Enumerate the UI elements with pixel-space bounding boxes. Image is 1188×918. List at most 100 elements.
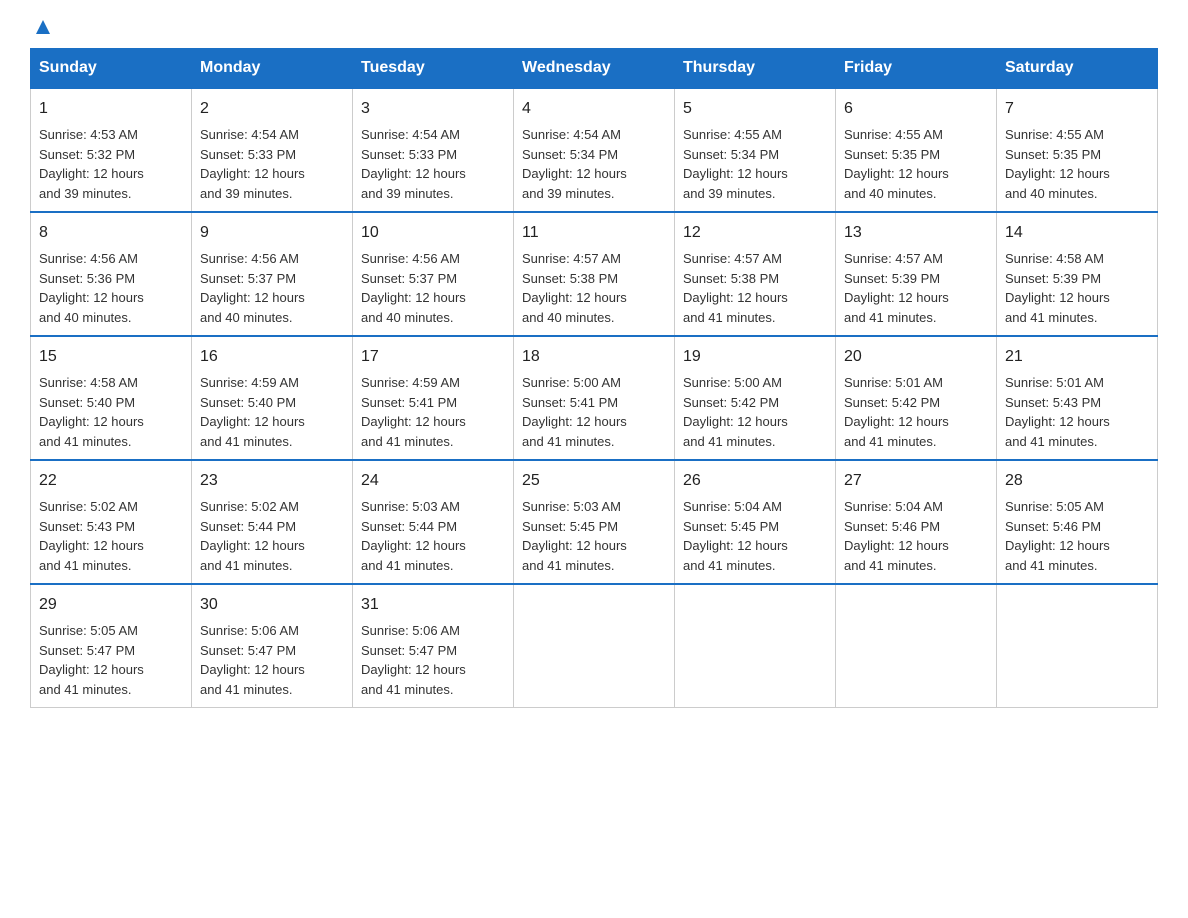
calendar-day-cell: 8 Sunrise: 4:56 AMSunset: 5:36 PMDayligh…	[31, 212, 192, 336]
calendar-day-cell: 10 Sunrise: 4:56 AMSunset: 5:37 PMDaylig…	[353, 212, 514, 336]
calendar-day-cell	[514, 584, 675, 708]
logo-triangle-icon	[32, 16, 54, 38]
day-info: Sunrise: 5:01 AMSunset: 5:42 PMDaylight:…	[844, 375, 949, 449]
calendar-day-cell: 14 Sunrise: 4:58 AMSunset: 5:39 PMDaylig…	[997, 212, 1158, 336]
calendar-day-cell: 23 Sunrise: 5:02 AMSunset: 5:44 PMDaylig…	[192, 460, 353, 584]
calendar-day-cell: 1 Sunrise: 4:53 AMSunset: 5:32 PMDayligh…	[31, 88, 192, 212]
day-info: Sunrise: 4:57 AMSunset: 5:38 PMDaylight:…	[683, 251, 788, 325]
day-info: Sunrise: 4:56 AMSunset: 5:37 PMDaylight:…	[200, 251, 305, 325]
day-info: Sunrise: 5:05 AMSunset: 5:47 PMDaylight:…	[39, 623, 144, 697]
day-number: 14	[1005, 221, 1149, 245]
calendar-header-friday: Friday	[836, 49, 997, 89]
calendar-week-row: 8 Sunrise: 4:56 AMSunset: 5:36 PMDayligh…	[31, 212, 1158, 336]
day-info: Sunrise: 5:03 AMSunset: 5:45 PMDaylight:…	[522, 499, 627, 573]
day-info: Sunrise: 4:55 AMSunset: 5:34 PMDaylight:…	[683, 127, 788, 201]
day-number: 26	[683, 469, 827, 493]
day-number: 18	[522, 345, 666, 369]
day-info: Sunrise: 5:03 AMSunset: 5:44 PMDaylight:…	[361, 499, 466, 573]
calendar-day-cell	[997, 584, 1158, 708]
day-info: Sunrise: 5:06 AMSunset: 5:47 PMDaylight:…	[200, 623, 305, 697]
day-info: Sunrise: 4:57 AMSunset: 5:39 PMDaylight:…	[844, 251, 949, 325]
day-info: Sunrise: 4:54 AMSunset: 5:33 PMDaylight:…	[361, 127, 466, 201]
calendar-day-cell: 17 Sunrise: 4:59 AMSunset: 5:41 PMDaylig…	[353, 336, 514, 460]
day-info: Sunrise: 4:54 AMSunset: 5:33 PMDaylight:…	[200, 127, 305, 201]
day-number: 17	[361, 345, 505, 369]
calendar-day-cell: 6 Sunrise: 4:55 AMSunset: 5:35 PMDayligh…	[836, 88, 997, 212]
calendar-day-cell: 3 Sunrise: 4:54 AMSunset: 5:33 PMDayligh…	[353, 88, 514, 212]
day-number: 19	[683, 345, 827, 369]
calendar-header-sunday: Sunday	[31, 49, 192, 89]
day-number: 15	[39, 345, 183, 369]
calendar-table: SundayMondayTuesdayWednesdayThursdayFrid…	[30, 48, 1158, 708]
day-number: 31	[361, 593, 505, 617]
day-number: 5	[683, 97, 827, 121]
day-info: Sunrise: 4:53 AMSunset: 5:32 PMDaylight:…	[39, 127, 144, 201]
calendar-day-cell: 26 Sunrise: 5:04 AMSunset: 5:45 PMDaylig…	[675, 460, 836, 584]
calendar-day-cell: 27 Sunrise: 5:04 AMSunset: 5:46 PMDaylig…	[836, 460, 997, 584]
calendar-week-row: 15 Sunrise: 4:58 AMSunset: 5:40 PMDaylig…	[31, 336, 1158, 460]
calendar-day-cell: 30 Sunrise: 5:06 AMSunset: 5:47 PMDaylig…	[192, 584, 353, 708]
calendar-day-cell: 11 Sunrise: 4:57 AMSunset: 5:38 PMDaylig…	[514, 212, 675, 336]
calendar-day-cell: 4 Sunrise: 4:54 AMSunset: 5:34 PMDayligh…	[514, 88, 675, 212]
calendar-header-tuesday: Tuesday	[353, 49, 514, 89]
day-info: Sunrise: 4:55 AMSunset: 5:35 PMDaylight:…	[1005, 127, 1110, 201]
day-info: Sunrise: 5:00 AMSunset: 5:41 PMDaylight:…	[522, 375, 627, 449]
day-info: Sunrise: 5:05 AMSunset: 5:46 PMDaylight:…	[1005, 499, 1110, 573]
day-info: Sunrise: 5:04 AMSunset: 5:46 PMDaylight:…	[844, 499, 949, 573]
day-number: 25	[522, 469, 666, 493]
day-info: Sunrise: 4:56 AMSunset: 5:37 PMDaylight:…	[361, 251, 466, 325]
calendar-day-cell: 20 Sunrise: 5:01 AMSunset: 5:42 PMDaylig…	[836, 336, 997, 460]
day-number: 24	[361, 469, 505, 493]
calendar-header-wednesday: Wednesday	[514, 49, 675, 89]
day-number: 10	[361, 221, 505, 245]
day-number: 27	[844, 469, 988, 493]
day-number: 7	[1005, 97, 1149, 121]
day-info: Sunrise: 4:59 AMSunset: 5:41 PMDaylight:…	[361, 375, 466, 449]
day-info: Sunrise: 4:58 AMSunset: 5:39 PMDaylight:…	[1005, 251, 1110, 325]
calendar-day-cell: 22 Sunrise: 5:02 AMSunset: 5:43 PMDaylig…	[31, 460, 192, 584]
calendar-header-row: SundayMondayTuesdayWednesdayThursdayFrid…	[31, 49, 1158, 89]
calendar-day-cell: 15 Sunrise: 4:58 AMSunset: 5:40 PMDaylig…	[31, 336, 192, 460]
calendar-header-saturday: Saturday	[997, 49, 1158, 89]
calendar-day-cell: 12 Sunrise: 4:57 AMSunset: 5:38 PMDaylig…	[675, 212, 836, 336]
day-number: 9	[200, 221, 344, 245]
day-number: 29	[39, 593, 183, 617]
calendar-day-cell: 19 Sunrise: 5:00 AMSunset: 5:42 PMDaylig…	[675, 336, 836, 460]
day-info: Sunrise: 5:02 AMSunset: 5:44 PMDaylight:…	[200, 499, 305, 573]
calendar-day-cell: 29 Sunrise: 5:05 AMSunset: 5:47 PMDaylig…	[31, 584, 192, 708]
logo	[30, 20, 54, 38]
calendar-day-cell: 18 Sunrise: 5:00 AMSunset: 5:41 PMDaylig…	[514, 336, 675, 460]
day-number: 22	[39, 469, 183, 493]
day-info: Sunrise: 4:57 AMSunset: 5:38 PMDaylight:…	[522, 251, 627, 325]
day-info: Sunrise: 5:06 AMSunset: 5:47 PMDaylight:…	[361, 623, 466, 697]
header	[30, 20, 1158, 38]
day-info: Sunrise: 4:54 AMSunset: 5:34 PMDaylight:…	[522, 127, 627, 201]
day-number: 16	[200, 345, 344, 369]
calendar-day-cell: 13 Sunrise: 4:57 AMSunset: 5:39 PMDaylig…	[836, 212, 997, 336]
day-number: 12	[683, 221, 827, 245]
day-number: 28	[1005, 469, 1149, 493]
calendar-week-row: 29 Sunrise: 5:05 AMSunset: 5:47 PMDaylig…	[31, 584, 1158, 708]
day-info: Sunrise: 4:59 AMSunset: 5:40 PMDaylight:…	[200, 375, 305, 449]
day-number: 8	[39, 221, 183, 245]
day-number: 13	[844, 221, 988, 245]
calendar-day-cell: 5 Sunrise: 4:55 AMSunset: 5:34 PMDayligh…	[675, 88, 836, 212]
day-number: 6	[844, 97, 988, 121]
calendar-day-cell: 2 Sunrise: 4:54 AMSunset: 5:33 PMDayligh…	[192, 88, 353, 212]
calendar-day-cell: 24 Sunrise: 5:03 AMSunset: 5:44 PMDaylig…	[353, 460, 514, 584]
day-number: 11	[522, 221, 666, 245]
day-number: 2	[200, 97, 344, 121]
day-info: Sunrise: 4:56 AMSunset: 5:36 PMDaylight:…	[39, 251, 144, 325]
calendar-day-cell: 7 Sunrise: 4:55 AMSunset: 5:35 PMDayligh…	[997, 88, 1158, 212]
day-number: 1	[39, 97, 183, 121]
day-number: 4	[522, 97, 666, 121]
day-info: Sunrise: 5:01 AMSunset: 5:43 PMDaylight:…	[1005, 375, 1110, 449]
calendar-header-thursday: Thursday	[675, 49, 836, 89]
calendar-day-cell: 25 Sunrise: 5:03 AMSunset: 5:45 PMDaylig…	[514, 460, 675, 584]
day-info: Sunrise: 5:04 AMSunset: 5:45 PMDaylight:…	[683, 499, 788, 573]
calendar-day-cell: 28 Sunrise: 5:05 AMSunset: 5:46 PMDaylig…	[997, 460, 1158, 584]
calendar-week-row: 1 Sunrise: 4:53 AMSunset: 5:32 PMDayligh…	[31, 88, 1158, 212]
calendar-day-cell	[836, 584, 997, 708]
day-number: 23	[200, 469, 344, 493]
calendar-day-cell: 21 Sunrise: 5:01 AMSunset: 5:43 PMDaylig…	[997, 336, 1158, 460]
